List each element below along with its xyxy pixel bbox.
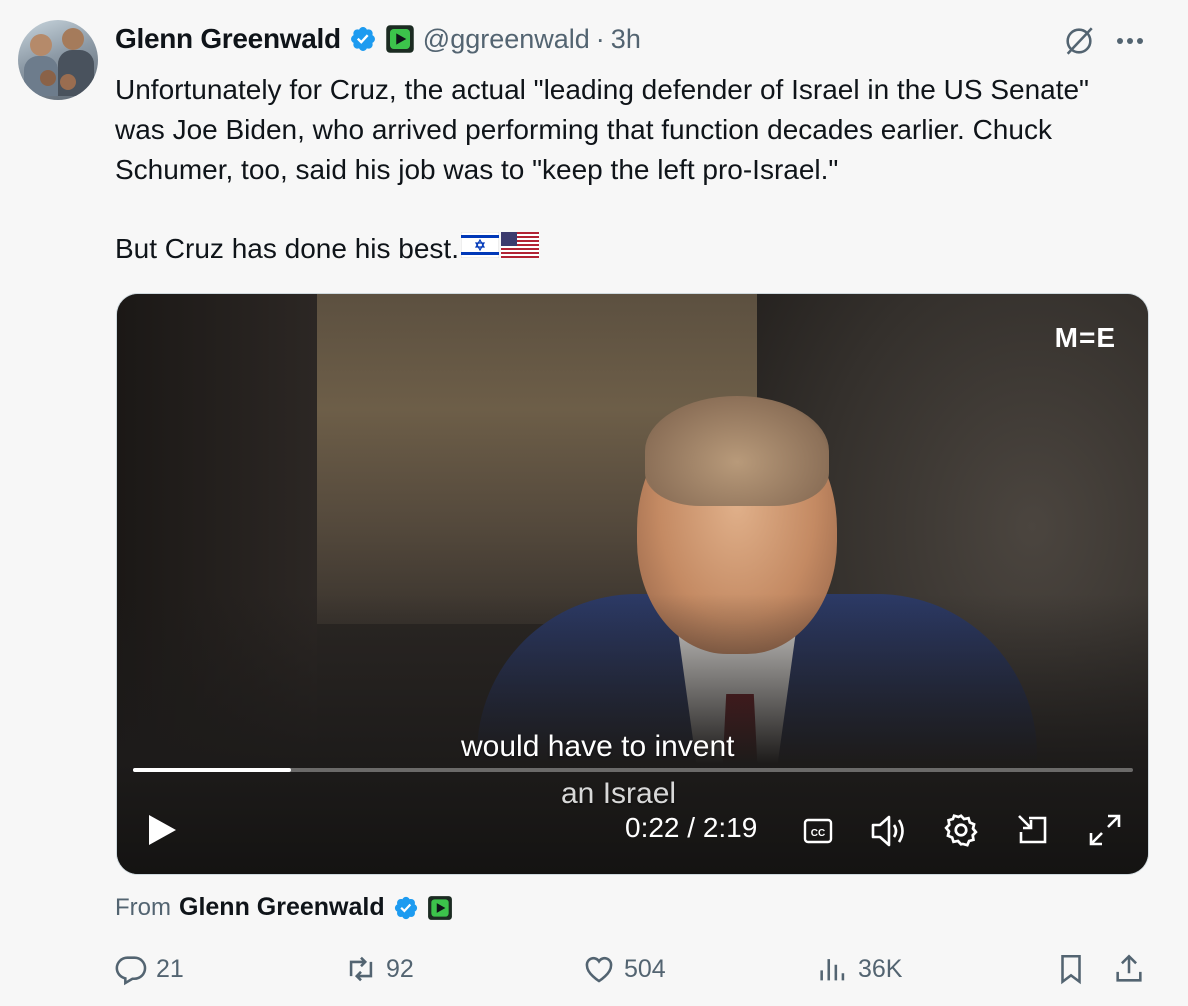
like-button[interactable]: 504 (582, 952, 666, 986)
channel-watermark: M=E (1054, 322, 1116, 353)
share-icon[interactable] (1112, 952, 1146, 986)
pip-icon[interactable] (1015, 812, 1051, 848)
from-author-name[interactable]: Glenn Greenwald (179, 893, 385, 922)
video-timecode: 0:22 / 2:19 (625, 812, 758, 843)
video-attribution: From Glenn Greenwald (115, 893, 453, 922)
reply-icon (115, 956, 147, 986)
repost-icon (349, 956, 373, 982)
like-icon (585, 956, 613, 983)
repost-button[interactable]: 92 (344, 952, 414, 986)
separator-dot: · (595, 23, 605, 54)
from-label: From (115, 893, 171, 921)
tweet-header: Glenn Greenwald @ggreenwald · 3h (115, 22, 641, 56)
tweet-text-second-paragraph: But Cruz has done his best. (115, 229, 539, 269)
reply-count: 21 (156, 954, 184, 983)
tweet-text: Unfortunately for Cruz, the actual "lead… (115, 74, 1097, 185)
play-icon[interactable] (145, 812, 179, 848)
verified-badge-icon[interactable] (349, 25, 377, 53)
timestamp[interactable]: 3h (611, 24, 641, 55)
volume-icon[interactable] (869, 813, 907, 849)
views-button[interactable]: 36K (816, 952, 902, 986)
verified-badge-icon[interactable] (393, 895, 419, 921)
flag-united-states (500, 229, 539, 269)
author-name[interactable]: Glenn Greenwald (115, 23, 341, 55)
avatar[interactable] (18, 20, 98, 100)
affiliate-badge-icon[interactable] (385, 24, 415, 54)
bookmark-icon[interactable] (1054, 952, 1088, 986)
like-count: 504 (624, 954, 666, 983)
author-handle[interactable]: @ggreenwald (423, 24, 590, 55)
repost-count: 92 (386, 954, 414, 983)
affiliate-badge-icon[interactable] (427, 895, 453, 921)
video-subtitle-line-1: would have to invent (461, 730, 735, 763)
svg-text:CC: CC (811, 828, 825, 839)
grok-icon[interactable] (1062, 24, 1096, 58)
more-icon[interactable] (1112, 28, 1148, 54)
views-icon (820, 959, 845, 981)
settings-icon[interactable] (943, 812, 979, 848)
video-player[interactable]: M=E would have to invent an Israel 0:22 … (116, 293, 1149, 875)
tweet-text-line: But Cruz has done his best. (115, 233, 459, 264)
reply-button[interactable]: 21 (114, 952, 184, 986)
views-count: 36K (858, 954, 903, 983)
video-subtitle-line-2: an Israel (561, 777, 677, 810)
fullscreen-icon[interactable] (1087, 812, 1123, 848)
captions-icon[interactable]: CC (803, 816, 833, 846)
flag-israel (460, 229, 500, 269)
video-progress-fill (133, 768, 291, 772)
video-progress-bar[interactable] (133, 768, 1133, 772)
